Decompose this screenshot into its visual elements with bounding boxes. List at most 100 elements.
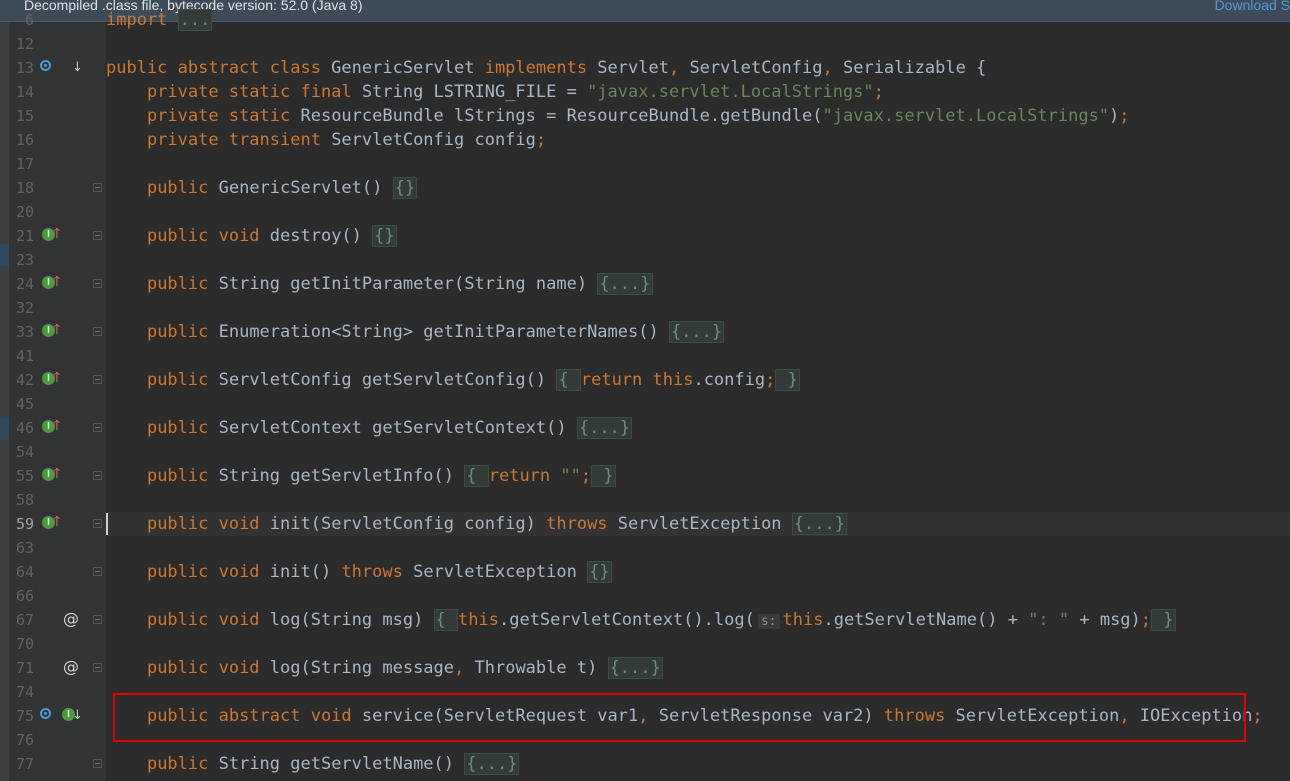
fold-toggle-icon[interactable] — [93, 231, 102, 240]
code-line[interactable]: 16 private transient ServletConfig confi… — [0, 128, 1290, 152]
fold-toggle-icon[interactable] — [93, 519, 102, 528]
code-line[interactable]: 14 private static final String LSTRING_F… — [0, 80, 1290, 104]
abstract-class-icon[interactable] — [40, 60, 51, 71]
code-line[interactable]: 55 I ↑ public String getServletInfo() { re… — [0, 464, 1290, 488]
fold-toggle-icon[interactable] — [93, 471, 102, 480]
fold-toggle-icon[interactable] — [93, 183, 102, 192]
go-to-super-arrow-icon[interactable]: ↑ — [51, 321, 63, 339]
code-line[interactable]: 32 — [0, 296, 1290, 320]
folded-code-region[interactable]: {...} — [576, 417, 633, 439]
fold-toggle-icon[interactable] — [93, 759, 102, 768]
line-number: 67 — [15, 611, 34, 629]
code-line[interactable]: 77 public String getServletName() {...} — [0, 752, 1290, 776]
annotation-at-icon[interactable]: @ — [63, 656, 79, 678]
code-line[interactable]: 15 private static ResourceBundle lString… — [0, 104, 1290, 128]
line-number: 59 — [15, 515, 34, 533]
fold-toggle-icon[interactable] — [93, 567, 102, 576]
parameter-hint: s: — [757, 614, 780, 629]
code-line[interactable]: 12 — [0, 32, 1290, 56]
code-token: implements — [484, 58, 598, 78]
code-editor[interactable]: 6 import ... 12 13 ↓ public abstract class Ge… — [0, 9, 1290, 781]
code-token: public — [146, 466, 219, 486]
go-to-super-arrow-icon[interactable]: ↑ — [51, 369, 63, 387]
fold-toggle-icon[interactable] — [93, 615, 102, 624]
code-text: public void destroy() {} — [106, 224, 397, 248]
code-token: destroy() — [269, 226, 373, 246]
code-line[interactable]: 64 public void init() throws ServletExce… — [0, 560, 1290, 584]
code-line[interactable]: 45 — [0, 392, 1290, 416]
fold-toggle-icon[interactable] — [93, 279, 102, 288]
code-line[interactable]: 70 — [0, 632, 1290, 656]
line-number: 14 — [15, 83, 34, 101]
folded-code-region[interactable]: { — [556, 369, 581, 391]
code-line[interactable]: 21 I ↑ public void destroy() {} — [0, 224, 1290, 248]
folded-code-region[interactable]: {} — [392, 177, 418, 199]
folded-code-region[interactable]: { — [433, 609, 459, 631]
fold-toggle-icon[interactable] — [93, 423, 102, 432]
code-line[interactable]: 59 I ↑ public void init(ServletConfig conf… — [0, 512, 1290, 536]
code-line[interactable]: 54 — [0, 440, 1290, 464]
go-to-implementation-arrow-icon[interactable]: ↓ — [72, 707, 83, 725]
code-token: ServletConfig config — [331, 130, 536, 150]
code-line[interactable]: 67 @ public void log(String msg) { this.g… — [0, 608, 1290, 632]
code-text: public abstract class GenericServlet imp… — [106, 56, 986, 80]
code-token: Servlet — [597, 58, 669, 78]
folded-code-region[interactable]: {...} — [597, 273, 653, 295]
go-to-super-arrow-icon[interactable]: ↑ — [51, 225, 63, 243]
line-number: 18 — [15, 179, 34, 197]
go-to-implementation-arrow-icon[interactable]: ↓ — [72, 59, 83, 77]
code-line[interactable]: 46 I ↑ public ServletContext getServletCon… — [0, 416, 1290, 440]
line-number: 63 — [15, 539, 34, 557]
code-token: ": " — [1028, 610, 1070, 630]
text-caret — [106, 513, 108, 535]
code-line[interactable]: 63 — [0, 536, 1290, 560]
code-line[interactable]: 33 I ↑ public Enumeration<String> getInitP… — [0, 320, 1290, 344]
code-line[interactable]: 42 I ↑ public ServletConfig getServletConf… — [0, 368, 1290, 392]
folded-code-region[interactable]: {} — [372, 225, 397, 247]
abstract-class-icon[interactable] — [40, 708, 51, 719]
folded-code-region[interactable]: } — [591, 465, 616, 487]
code-line[interactable]: 58 — [0, 488, 1290, 512]
code-line[interactable]: 23 — [0, 248, 1290, 272]
code-line[interactable]: 17 — [0, 152, 1290, 176]
fold-toggle-icon[interactable] — [93, 327, 102, 336]
folded-code-region[interactable]: {...} — [668, 321, 725, 343]
folded-code-region[interactable]: ... — [177, 9, 213, 31]
go-to-super-arrow-icon[interactable]: ↑ — [51, 417, 63, 435]
code-line[interactable]: 41 — [0, 344, 1290, 368]
folded-code-region[interactable]: } — [1151, 609, 1176, 631]
code-line[interactable]: 6 import ... — [0, 8, 1290, 32]
line-number: 64 — [15, 563, 34, 581]
code-token: .getServletName() + — [823, 610, 1029, 630]
code-text: public ServletContext getServletContext(… — [106, 416, 633, 440]
annotation-at-icon[interactable]: @ — [63, 608, 79, 630]
line-number: 32 — [15, 299, 34, 317]
code-line[interactable]: 71 @ public void log(String message, Thro… — [0, 656, 1290, 680]
code-line[interactable]: 18 public GenericServlet() {} — [0, 176, 1290, 200]
folded-code-region[interactable]: { — [464, 465, 489, 487]
code-token: ; — [580, 466, 592, 486]
fold-toggle-icon[interactable] — [93, 663, 102, 672]
code-token: ; — [765, 370, 776, 390]
folded-code-region[interactable]: } — [775, 369, 800, 391]
fold-toggle-icon[interactable] — [93, 375, 102, 384]
go-to-super-arrow-icon[interactable]: ↑ — [51, 465, 63, 483]
line-number: 33 — [15, 323, 34, 341]
code-token: "" — [560, 466, 581, 486]
code-line[interactable]: 13 ↓ public abstract class GenericServlet … — [0, 56, 1290, 80]
line-number: 77 — [15, 755, 34, 773]
folded-code-region[interactable]: {...} — [791, 513, 847, 535]
go-to-super-arrow-icon[interactable]: ↑ — [51, 273, 63, 291]
folded-code-region[interactable]: {} — [587, 561, 612, 583]
folded-code-region[interactable]: {...} — [607, 657, 663, 679]
code-line[interactable]: 24 I ↑ public String getInitParameter(Stri… — [0, 272, 1290, 296]
line-number: 45 — [15, 395, 34, 413]
folded-code-region[interactable]: {...} — [464, 753, 520, 775]
go-to-super-arrow-icon[interactable]: ↑ — [51, 513, 63, 531]
code-line[interactable]: 20 — [0, 200, 1290, 224]
code-token: init(ServletConfig config) — [269, 514, 547, 534]
line-number: 20 — [15, 203, 34, 221]
code-line[interactable]: 66 — [0, 584, 1290, 608]
